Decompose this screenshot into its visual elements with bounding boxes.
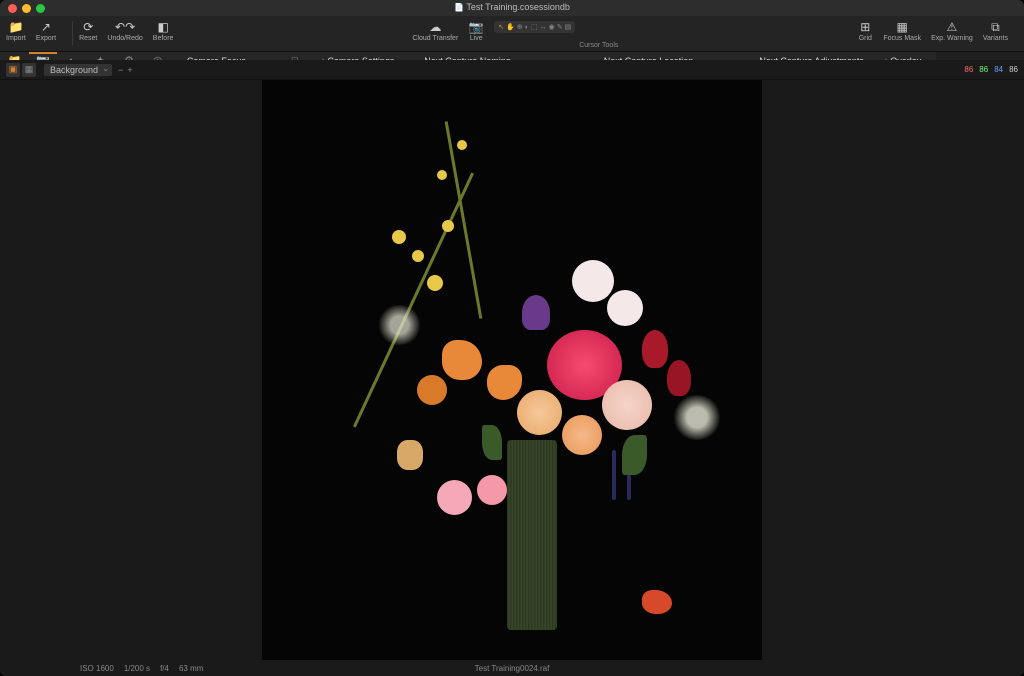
- titlebar: Test Training.cosessiondb: [0, 0, 1024, 16]
- viewer: ▣ ▦ Background − + 86868486: [0, 60, 1024, 676]
- overlay-section: ›Overlay⋯: [879, 52, 936, 60]
- layer-plus-icon[interactable]: +: [127, 65, 132, 75]
- view-single-icon[interactable]: ▣: [6, 63, 20, 77]
- focus-section: ⌄Camera Focus⊡ ⋯ NearFar ◀◀◀ ◀◀ ◀ ▶ ▶▶ ▶…: [172, 52, 316, 60]
- status-shutter: 1/200 s: [124, 664, 150, 673]
- tool-sidebar: 📁LIBRARY 📷TETHER ◐SHAPE ✦STYLE ⚙ADJUST ◎…: [0, 52, 172, 60]
- layer-select[interactable]: Background: [44, 64, 112, 76]
- tab-style[interactable]: ✦STYLE: [86, 52, 115, 60]
- main-toolbar: 📁Import ↗Export ⟳Reset ↶↷Undo/Redo ◧Befo…: [0, 16, 1024, 52]
- camera-settings-section: ›Camera Settings⋯: [316, 52, 409, 60]
- cursor-tools[interactable]: ↖✋⊕◐⬚↔◉✎▤: [494, 21, 575, 33]
- tab-adjust[interactable]: ⚙ADJUST: [115, 52, 144, 60]
- grid-button[interactable]: ⊞Grid: [857, 19, 873, 42]
- tab-shape[interactable]: ◐SHAPE: [57, 52, 86, 60]
- reset-button[interactable]: ⟳Reset: [79, 19, 97, 42]
- adjustments-section: ⌄Next Capture Adjustments⋯ ICC ProfileDe…: [744, 52, 878, 60]
- focus-header[interactable]: ⌄Camera Focus⊡ ⋯: [172, 52, 316, 60]
- live-button[interactable]: 📷Live: [468, 19, 484, 42]
- before-button[interactable]: ◧Before: [153, 19, 174, 42]
- focus-mask-button[interactable]: ▦Focus Mask: [883, 19, 921, 42]
- import-button[interactable]: 📁Import: [6, 19, 26, 42]
- export-button[interactable]: ↗Export: [36, 19, 56, 42]
- status-focal: 63 mm: [179, 664, 203, 673]
- minimize-window[interactable]: [22, 4, 31, 13]
- overlay-header[interactable]: ›Overlay⋯: [879, 52, 936, 60]
- naming-section: ⌄Next Capture Naming⋯ Format NameCamera …: [409, 52, 588, 60]
- location-section: ⌄Next Capture Location⋯ DestinationCaptu…: [589, 52, 745, 60]
- variants-button[interactable]: ⧉Variants: [983, 19, 1008, 42]
- cloud-transfer-button[interactable]: ☁Cloud Transfer: [412, 19, 458, 42]
- close-window[interactable]: [8, 4, 17, 13]
- tab-tether[interactable]: 📷TETHER: [29, 52, 58, 60]
- undo-redo-button[interactable]: ↶↷Undo/Redo: [107, 19, 142, 42]
- naming-header[interactable]: ⌄Next Capture Naming⋯: [409, 52, 588, 60]
- tool-tabs: 📁LIBRARY 📷TETHER ◐SHAPE ✦STYLE ⚙ADJUST ◎…: [0, 52, 172, 60]
- tab-library[interactable]: 📁LIBRARY: [0, 52, 29, 60]
- status-filename: Test Training0024.raf: [475, 664, 550, 673]
- status-iso: ISO 1600: [80, 664, 114, 673]
- rgb-readout: 86868486: [964, 65, 1018, 74]
- adjustments-header[interactable]: ⌄Next Capture Adjustments⋯: [744, 52, 878, 60]
- maximize-window[interactable]: [36, 4, 45, 13]
- status-aperture: f/4: [160, 664, 169, 673]
- window-title: Test Training.cosessiondb: [454, 2, 570, 12]
- location-header[interactable]: ⌄Next Capture Location⋯: [589, 52, 745, 60]
- camera-settings-header[interactable]: ›Camera Settings⋯: [316, 52, 409, 60]
- layer-minus-icon[interactable]: −: [118, 65, 123, 75]
- exp-warning-button[interactable]: ⚠Exp. Warning: [931, 19, 973, 42]
- tab-refine[interactable]: ◎REFINE: [143, 52, 172, 60]
- image-preview[interactable]: [262, 80, 762, 660]
- status-bar: ISO 1600 1/200 s f/4 63 mm Test Training…: [0, 660, 1024, 676]
- view-multi-icon[interactable]: ▦: [22, 63, 36, 77]
